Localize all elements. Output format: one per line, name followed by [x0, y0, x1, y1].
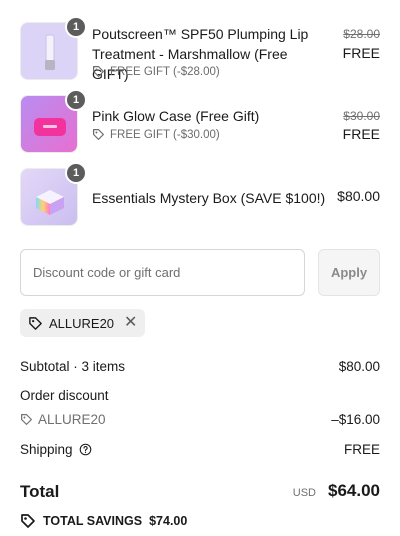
shipping-row: Shipping FREE [20, 442, 380, 457]
free-gift-tag: FREE GIFT (-$30.00) [92, 128, 220, 141]
total-label: Total [20, 482, 60, 501]
free-gift-tag: FREE GIFT (-$28.00) [92, 65, 220, 78]
subtotal-label: Subtotal · 3 items [20, 359, 126, 374]
tag-label: FREE GIFT (-$28.00) [110, 65, 220, 78]
currency-code: USD [292, 487, 316, 499]
item-title: Pink Glow Case (Free Gift) [92, 108, 260, 124]
tag-icon [29, 316, 42, 330]
original-price: $28.00 [343, 27, 380, 41]
order-discount-label: Order discount [20, 388, 109, 403]
tag-icon [21, 514, 35, 528]
discount-code-label: ALLURE20 [38, 412, 106, 427]
savings-label: TOTAL SAVINGS [43, 514, 143, 528]
tag-label: FREE GIFT (-$30.00) [110, 128, 220, 141]
discount-code-input[interactable] [20, 249, 305, 296]
total-savings: TOTAL SAVINGS $74.00 [20, 513, 187, 529]
shipping-label: Shipping [20, 442, 73, 457]
savings-value: $74.00 [149, 514, 188, 528]
quantity-badge: 1 [65, 16, 87, 38]
apply-button[interactable]: Apply [318, 249, 380, 296]
tag-icon [93, 66, 104, 77]
discount-value: –$16.00 [331, 412, 380, 427]
discount-code-info: ALLURE20 [20, 412, 380, 427]
total-value: $64.00 [328, 481, 380, 500]
quantity-badge: 1 [65, 162, 87, 184]
tag-icon [21, 414, 32, 425]
applied-discount-chip: ALLURE20 ✕ [20, 309, 146, 337]
item-price: $80.00 [337, 188, 380, 204]
original-price: $30.00 [343, 109, 380, 123]
quantity-badge: 1 [65, 89, 87, 111]
shipping-value: FREE [343, 442, 380, 457]
applied-code: ALLURE20 [49, 315, 115, 331]
shipping-label-group: Shipping [20, 442, 92, 457]
discount-code-row: ALLURE20 –$16.00 [20, 412, 380, 427]
item-price: FREE [342, 45, 380, 61]
item-price: FREE [342, 126, 380, 142]
help-icon[interactable] [79, 443, 92, 456]
subtotal-row: Subtotal · 3 items $80.00 [20, 359, 380, 374]
tag-icon [93, 129, 104, 140]
order-discount-row: Order discount [20, 388, 380, 403]
remove-discount-icon[interactable]: ✕ [124, 315, 137, 331]
item-title: Essentials Mystery Box (SAVE $100!) [92, 190, 326, 206]
subtotal-value: $80.00 [338, 359, 380, 374]
